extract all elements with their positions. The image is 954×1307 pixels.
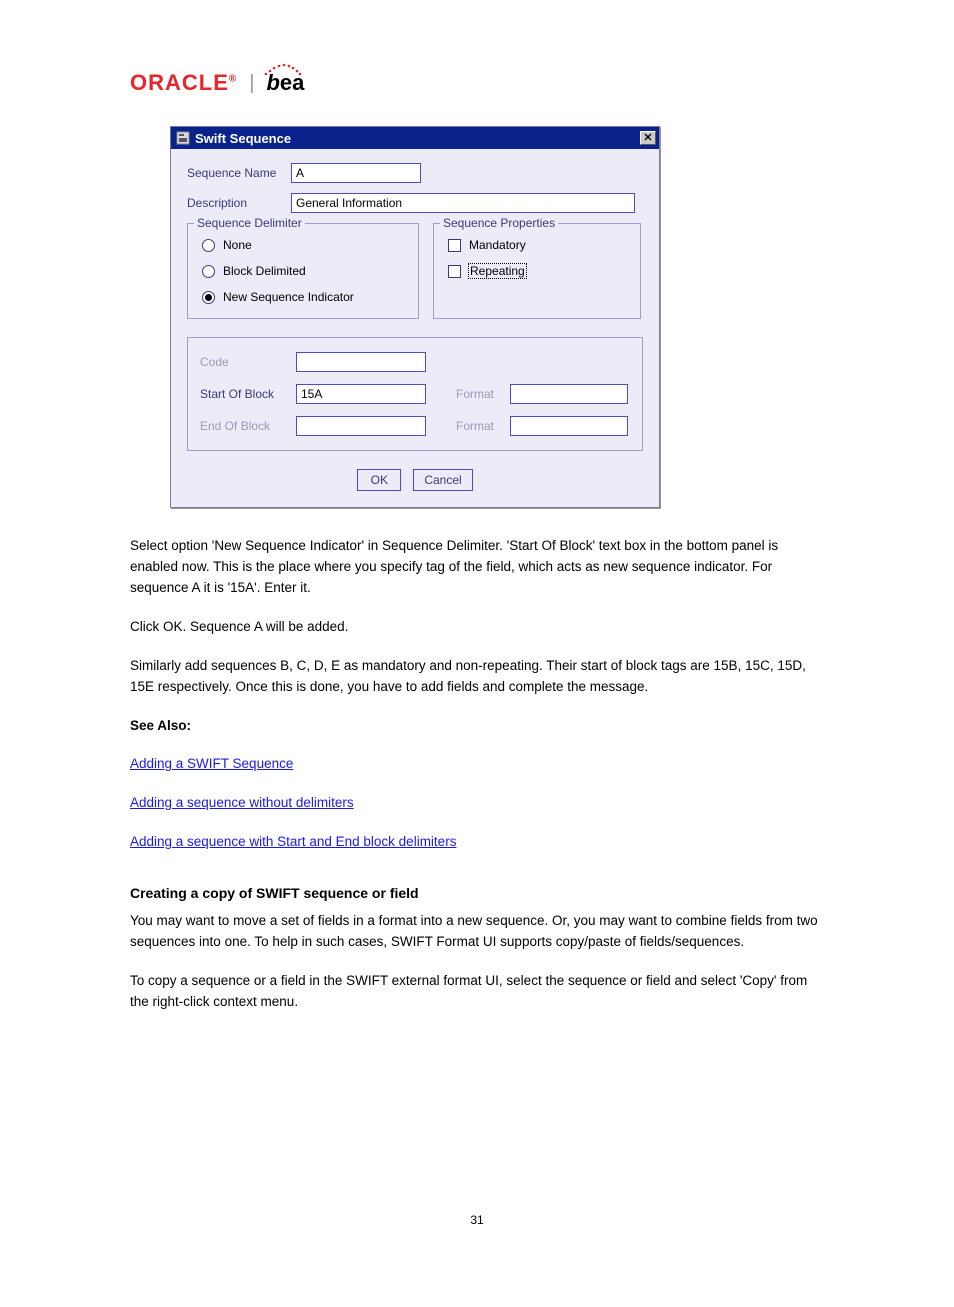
radio-icon [202, 239, 215, 252]
paragraph: You may want to move a set of fields in … [130, 911, 824, 953]
titlebar: Swift Sequence ✕ [171, 127, 659, 149]
link-sequence-start-end-delimiters[interactable]: Adding a sequence with Start and End blo… [130, 834, 456, 849]
repeating-checkbox[interactable]: Repeating [448, 264, 630, 278]
see-also-heading: See Also: [130, 716, 824, 737]
paragraph: Select option 'New Sequence Indicator' i… [130, 536, 824, 599]
start-of-block-label: Start Of Block [200, 387, 296, 401]
radio-icon [202, 265, 215, 278]
end-of-block-label: End Of Block [200, 419, 296, 433]
page-number: 31 [130, 1213, 824, 1227]
section-heading: Creating a copy of SWIFT sequence or fie… [130, 883, 824, 905]
description-input[interactable] [291, 193, 635, 213]
close-icon[interactable]: ✕ [640, 131, 656, 145]
code-label: Code [200, 355, 296, 369]
sequence-properties-group: Sequence Properties Mandatory Repeating [433, 223, 641, 319]
sequence-delimiter-group: Sequence Delimiter None Block Delimited … [187, 223, 419, 319]
end-of-block-input[interactable] [296, 416, 426, 436]
paragraph: To copy a sequence or a field in the SWI… [130, 971, 824, 1013]
radio-icon [202, 291, 215, 304]
bea-dots-icon [260, 60, 304, 78]
end-format-label: Format [456, 419, 510, 433]
start-format-input[interactable] [510, 384, 628, 404]
oracle-logo: ORACLE® [130, 70, 237, 96]
ok-button[interactable]: OK [357, 469, 401, 491]
dialog-title: Swift Sequence [195, 131, 640, 146]
block-details-panel: Code Start Of Block Format End Of Block [187, 337, 643, 451]
properties-legend: Sequence Properties [440, 216, 558, 230]
delimiter-newseq-option[interactable]: New Sequence Indicator [202, 290, 408, 304]
end-format-input[interactable] [510, 416, 628, 436]
logo-separator: | [249, 72, 254, 95]
bea-logo: bea [266, 70, 304, 96]
doc-body-text: Select option 'New Sequence Indicator' i… [130, 536, 824, 1013]
link-sequence-without-delimiters[interactable]: Adding a sequence without delimiters [130, 795, 354, 810]
description-label: Description [187, 196, 291, 210]
swift-sequence-dialog: Swift Sequence ✕ Sequence Name Descripti… [170, 126, 660, 508]
checkbox-icon [448, 239, 461, 252]
sequence-name-label: Sequence Name [187, 166, 291, 180]
start-of-block-input[interactable] [296, 384, 426, 404]
checkbox-icon [448, 265, 461, 278]
cancel-button[interactable]: Cancel [413, 469, 472, 491]
link-adding-swift-sequence[interactable]: Adding a SWIFT Sequence [130, 756, 293, 771]
delimiter-block-option[interactable]: Block Delimited [202, 264, 408, 278]
sequence-name-input[interactable] [291, 163, 421, 183]
delimiter-none-option[interactable]: None [202, 238, 408, 252]
delimiter-legend: Sequence Delimiter [194, 216, 305, 230]
mandatory-checkbox[interactable]: Mandatory [448, 238, 630, 252]
dialog-icon [175, 130, 191, 146]
code-input[interactable] [296, 352, 426, 372]
start-format-label: Format [456, 387, 510, 401]
paragraph: Similarly add sequences B, C, D, E as ma… [130, 656, 824, 698]
paragraph: Click OK. Sequence A will be added. [130, 617, 824, 638]
brand-logos: ORACLE® | bea [130, 70, 824, 96]
